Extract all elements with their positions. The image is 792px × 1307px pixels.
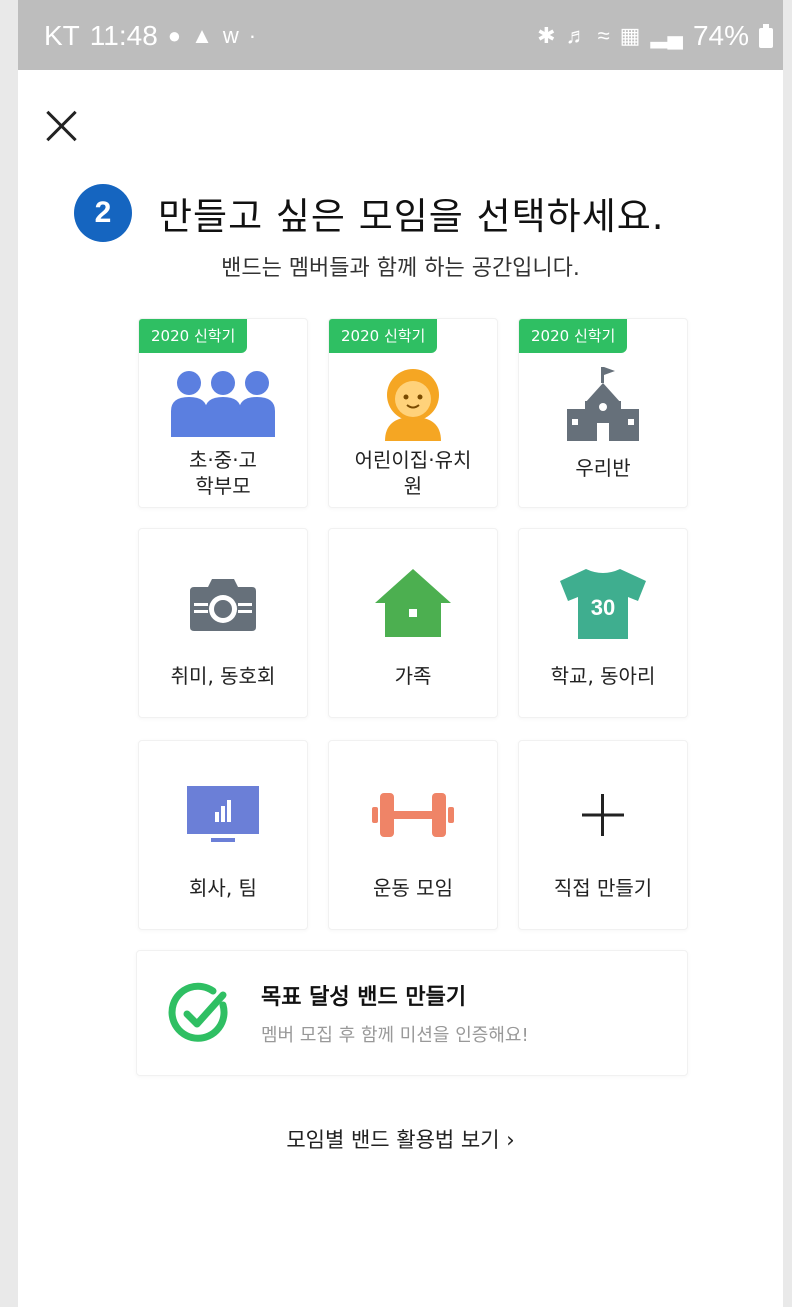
chat-bubble-icon: ● <box>167 23 182 48</box>
category-label: 학교, 동아리 <box>550 664 656 688</box>
camera-icon <box>139 563 307 643</box>
status-bar-right: ✱ ♬ ≈ ▦ ▂▄ 74% <box>537 20 773 52</box>
category-label-line1: 어린이집·유치 <box>354 448 472 472</box>
baby-icon <box>329 363 497 443</box>
goal-band-description: 멤버 모집 후 함께 미션을 인증해요! <box>261 1025 529 1046</box>
category-our-class-tile[interactable]: 2020 신학기 우리반 <box>518 318 688 508</box>
category-parents-tile[interactable]: 2020 신학기 초·중·고 학부모 <box>138 318 308 508</box>
step-number-badge: 2 <box>74 184 132 242</box>
category-label: 취미, 동호회 <box>170 664 276 688</box>
category-kindergarten-tile[interactable]: 2020 신학기 어린이집·유치 원 <box>328 318 498 508</box>
category-hobby-tile[interactable]: 취미, 동호회 <box>138 528 308 718</box>
new-semester-tag: 2020 신학기 <box>329 319 438 353</box>
category-exercise-tile[interactable]: 운동 모임 <box>328 740 498 930</box>
letter-notification-icon: w <box>222 23 239 48</box>
category-label: 초·중·고 학부모 <box>139 447 307 499</box>
category-school-club-tile[interactable]: 30 학교, 동아리 <box>518 528 688 718</box>
category-family-tile[interactable]: 가족 <box>328 528 498 718</box>
bluetooth-icon: ✱ <box>537 23 556 48</box>
category-label: 어린이집·유치 원 <box>329 447 497 499</box>
band-usage-guide-link[interactable]: 모임별 밴드 활용법 보기 › <box>18 1124 783 1154</box>
carrier-label: KT <box>44 20 80 51</box>
battery-icon <box>759 24 773 48</box>
parents-group-icon <box>139 363 307 443</box>
mute-icon: ♬ <box>565 23 588 48</box>
category-label-line2: 원 <box>403 474 423 498</box>
new-semester-tag: 2020 신학기 <box>139 319 248 353</box>
page-title: 만들고 싶은 모임을 선택하세요. <box>158 195 665 238</box>
goal-band-card[interactable]: 목표 달성 밴드 만들기 멤버 모집 후 함께 미션을 인증해요! <box>136 950 688 1076</box>
monitor-chart-icon <box>139 775 307 855</box>
category-label: 회사, 팀 <box>189 876 257 900</box>
dumbbell-icon <box>329 775 497 855</box>
jersey-number: 30 <box>591 595 615 620</box>
jersey-icon: 30 <box>519 563 687 643</box>
category-label: 우리반 <box>519 455 687 481</box>
screen: KT 11:48 ● ▲ w · ✱ ♬ ≈ ▦ ▂▄ 74% 2 만들고 싶은… <box>18 0 783 1307</box>
category-label-line2: 학부모 <box>195 474 251 498</box>
category-custom-tile[interactable]: 직접 만들기 <box>518 740 688 930</box>
status-bar: KT 11:48 ● ▲ w · ✱ ♬ ≈ ▦ ▂▄ 74% <box>18 0 783 70</box>
goal-band-title: 목표 달성 밴드 만들기 <box>261 985 467 1010</box>
page-subtitle: 밴드는 멤버들과 함께 하는 공간입니다. <box>221 256 580 281</box>
category-label: 가족 <box>394 664 432 688</box>
close-button[interactable] <box>40 104 84 148</box>
status-bar-left: KT 11:48 ● ▲ w · <box>44 20 256 52</box>
lte-icon: ▦ <box>619 23 641 48</box>
category-label: 직접 만들기 <box>553 876 653 900</box>
category-company-tile[interactable]: 회사, 팀 <box>138 740 308 930</box>
house-icon <box>329 563 497 643</box>
check-circle-icon <box>167 981 233 1051</box>
wifi-icon: ≈ <box>597 23 610 48</box>
school-building-icon <box>519 363 687 443</box>
signal-icon: ▂▄ <box>650 23 683 48</box>
new-semester-tag: 2020 신학기 <box>519 319 628 353</box>
category-label-line1: 우리반 <box>575 456 631 480</box>
app-notification-icon: ▲ <box>191 23 213 48</box>
battery-percent: 74% <box>692 20 749 51</box>
dot-icon: · <box>248 23 257 48</box>
category-label-line1: 초·중·고 <box>189 448 257 472</box>
plus-icon <box>519 775 687 855</box>
category-label: 운동 모임 <box>373 876 453 900</box>
clock: 11:48 <box>89 20 158 51</box>
